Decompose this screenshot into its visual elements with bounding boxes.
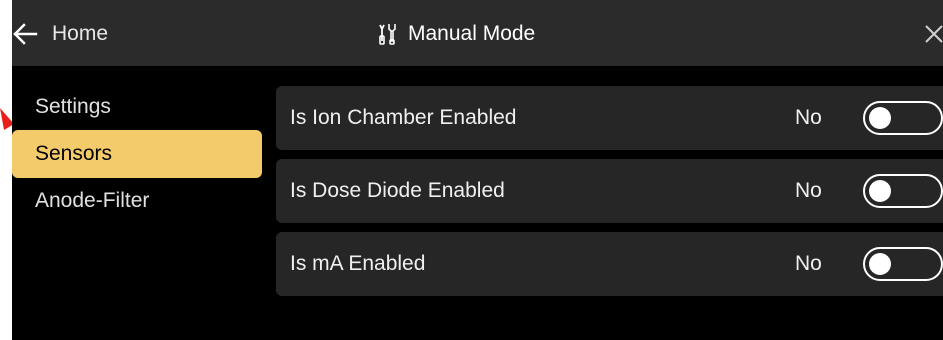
ma-label: Is mA Enabled — [290, 252, 426, 275]
ion-chamber-setting-row: Is Ion Chamber Enabled No — [276, 86, 943, 150]
back-label: Home — [52, 22, 109, 45]
dose-diode-setting-row: Is Dose Diode Enabled No — [276, 159, 943, 223]
page-title-text: Manual Mode — [408, 22, 536, 45]
ion-chamber-label: Is Ion Chamber Enabled — [290, 106, 517, 129]
close-button[interactable] — [922, 22, 943, 46]
ma-setting-row: Is mA Enabled No — [276, 232, 943, 296]
toggle-knob — [869, 253, 891, 275]
close-icon — [925, 25, 943, 43]
ma-toggle[interactable] — [863, 247, 943, 281]
settings-list: Is Ion Chamber Enabled No Is Dose Diode … — [276, 86, 943, 305]
tools-icon — [379, 24, 396, 45]
back-home-button[interactable]: Home — [12, 17, 108, 51]
arrow-left-icon — [13, 23, 38, 45]
sidebar-item-anode-filter[interactable]: Anode-Filter — [22, 178, 262, 224]
sidebar-item-settings[interactable]: Settings — [22, 84, 262, 130]
ion-chamber-value: No — [795, 106, 822, 129]
page-title: Manual Mode — [378, 17, 535, 51]
manual-mode-window: Home Manual Mode Settings Sensors Anode-… — [12, 0, 943, 340]
dose-diode-label: Is Dose Diode Enabled — [290, 179, 505, 202]
dose-diode-toggle[interactable] — [863, 174, 943, 208]
ma-value: No — [795, 252, 822, 275]
toggle-knob — [869, 107, 891, 129]
sidebar-nav: Settings Sensors Anode-Filter — [12, 84, 262, 224]
header-bar: Home Manual Mode — [12, 0, 943, 66]
dose-diode-value: No — [795, 179, 822, 202]
toggle-knob — [869, 180, 891, 202]
ion-chamber-toggle[interactable] — [863, 101, 943, 135]
sidebar-item-sensors[interactable]: Sensors — [12, 130, 262, 178]
